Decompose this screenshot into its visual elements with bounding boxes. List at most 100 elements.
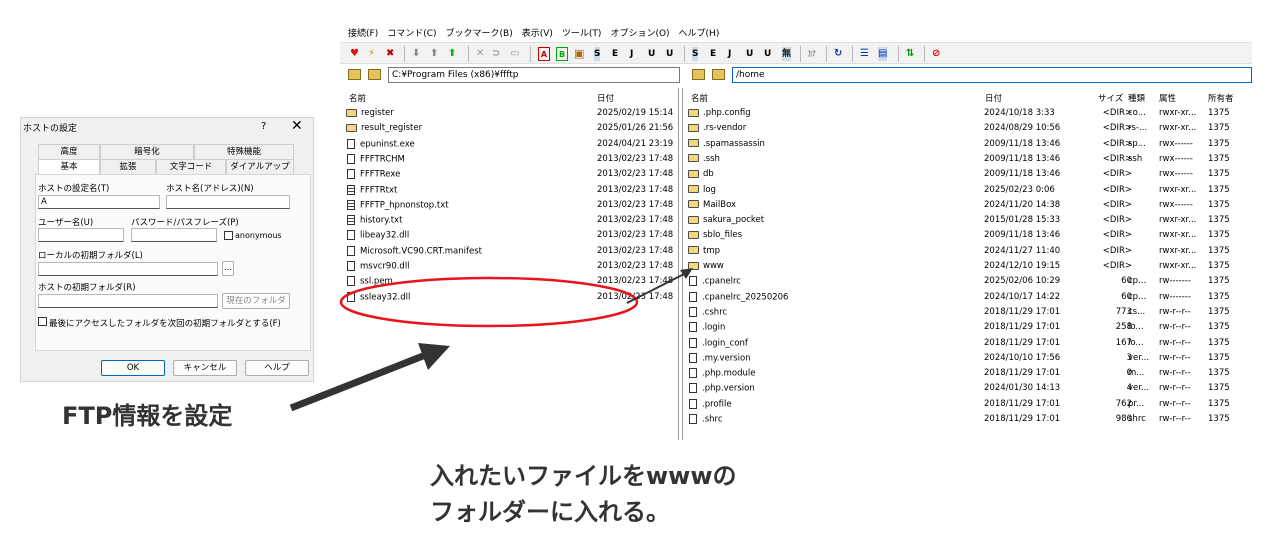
local-file-row[interactable]: epuninst.exe 2024/04/21 23:19 — [346, 138, 676, 154]
local-file-row[interactable]: FFFTP_hpnonstop.txt 2013/02/23 17:48 — [346, 199, 676, 215]
remote-file-row[interactable]: .shrc 2018/11/29 17:01 980 shrc rw-r--r-- 137… — [688, 414, 1248, 429]
browse-button[interactable]: ... — [222, 261, 234, 276]
stop-icon[interactable]: ⊘ — [932, 47, 940, 61]
ascii-mode-icon[interactable]: A — [538, 47, 550, 61]
current-folder-button[interactable]: 現在のフォルダ — [222, 293, 290, 309]
remote-open-folder-icon[interactable] — [712, 69, 725, 80]
remote-col-owner[interactable]: 所有者 — [1208, 92, 1234, 104]
menu-command[interactable]: コマンド(C) — [387, 26, 436, 39]
jis-icon[interactable]: J — [630, 47, 633, 61]
help-button[interactable]: ヘルプ — [245, 360, 309, 376]
remote-file-row[interactable]: www 2024/12/10 19:15 <DIR> rwxr-xr... 1375 — [688, 261, 1248, 276]
kana-convert-icon[interactable]: ｶﾅ — [808, 47, 816, 61]
local-file-row[interactable]: Microsoft.VC90.CRT.manifest 2013/02/23 17… — [346, 245, 676, 261]
mirror-upload-icon[interactable]: ⬆ — [448, 47, 456, 61]
local-parent-folder-icon[interactable] — [348, 69, 361, 80]
upload-icon[interactable]: ⬆ — [430, 47, 438, 61]
host-setting-name-input[interactable]: A — [38, 195, 160, 209]
password-input[interactable] — [131, 228, 217, 242]
local-col-date[interactable]: 日付 — [597, 92, 614, 104]
remote-file-row[interactable]: .cpanelrc 2025/02/06 10:29 60 cp... rw------… — [688, 276, 1248, 291]
pane-divider[interactable] — [682, 88, 683, 440]
local-path-input[interactable]: C:¥Program Files (x86)¥ffftp — [388, 67, 680, 83]
menu-help[interactable]: ヘルプ(H) — [679, 26, 720, 39]
utf8bom-icon[interactable]: U — [666, 47, 673, 61]
menu-view[interactable]: 表示(V) — [522, 26, 553, 39]
local-file-row[interactable]: FFFTRtxt 2013/02/23 17:48 — [346, 184, 676, 200]
remote-sjis-icon[interactable]: S — [692, 47, 699, 61]
quick-connect-icon[interactable]: ⚡ — [368, 47, 375, 61]
remote-path-input[interactable]: /home — [732, 67, 1252, 83]
remote-file-row[interactable]: .login 2018/11/29 17:01 258 lo... rw-r--r-- 1… — [688, 322, 1248, 337]
tab-extended[interactable]: 拡張 — [100, 159, 156, 174]
remote-file-row[interactable]: sakura_pocket 2015/01/28 15:33 <DIR> rwxr-x… — [688, 215, 1248, 230]
remote-file-row[interactable]: .cpanelrc_20250206 2024/10/17 14:22 60 cp..… — [688, 291, 1248, 307]
remote-file-row[interactable]: tmp 2024/11/27 11:40 <DIR> rwxr-xr... 1375 — [688, 246, 1248, 261]
local-file-row[interactable]: ssleay32.dll 2013/02/23 17:48 — [346, 291, 676, 307]
close-icon[interactable]: ✕ — [291, 118, 303, 134]
local-file-row[interactable]: history.txt 2013/02/23 17:48 — [346, 215, 676, 230]
sync-folder-icon[interactable]: ⇅ — [906, 47, 914, 61]
remote-euc-icon[interactable]: E — [710, 47, 716, 61]
sjis-icon[interactable]: S — [594, 47, 601, 61]
local-file-row[interactable]: result_register 2025/01/26 21:56 — [346, 123, 676, 138]
menu-options[interactable]: オプション(O) — [610, 26, 669, 39]
host-folder-input[interactable] — [38, 294, 218, 308]
remote-utf8-icon[interactable]: U — [746, 47, 753, 61]
remote-file-row[interactable]: .php.module 2018/11/29 17:01 0 m... rw-r--r-… — [688, 368, 1248, 383]
remote-file-row[interactable]: db 2009/11/18 13:46 <DIR> rwx------ 1375 — [688, 169, 1248, 184]
last-folder-checkbox[interactable] — [38, 317, 47, 326]
remote-file-row[interactable]: log 2025/02/23 0:06 <DIR> rwxr-xr... 1375 — [688, 185, 1248, 200]
menu-connect[interactable]: 接続(F) — [348, 26, 378, 39]
remote-utf8bom-icon[interactable]: U — [764, 47, 771, 61]
host-address-input[interactable] — [166, 195, 290, 209]
anonymous-checkbox[interactable] — [224, 231, 233, 240]
list-view-icon[interactable]: ☰ — [860, 47, 869, 61]
local-file-row[interactable]: msvcr90.dll 2013/02/23 17:48 — [346, 261, 676, 276]
refresh-icon[interactable]: ↻ — [834, 47, 842, 61]
remote-file-row[interactable]: sblo_files 2009/11/18 13:46 <DIR> rwxr-xr..… — [688, 230, 1248, 245]
tab-special[interactable]: 特殊機能 — [194, 144, 294, 159]
tab-encryption[interactable]: 暗号化 — [100, 144, 194, 159]
local-file-row[interactable]: ssl.pem 2013/02/23 17:48 — [346, 276, 676, 291]
no-convert-icon[interactable]: 無 — [782, 47, 792, 61]
menu-bookmark[interactable]: ブックマーク(B) — [446, 26, 513, 39]
username-input[interactable] — [38, 228, 124, 242]
remote-col-date[interactable]: 日付 — [985, 92, 1002, 104]
binary-mode-icon[interactable]: B — [556, 47, 568, 61]
remote-col-size[interactable]: サイズ — [1098, 92, 1123, 104]
rename-icon[interactable]: ⊃ — [492, 47, 500, 61]
local-file-row[interactable]: register 2025/02/19 15:14 — [346, 108, 676, 123]
remote-file-row[interactable]: .php.config 2024/10/18 3:33 <DIR> co... rwxr… — [688, 108, 1248, 123]
remote-file-row[interactable]: .ssh 2009/11/18 13:46 <DIR> ssh rwx------ 137… — [688, 154, 1248, 169]
remote-file-row[interactable]: .my.version 2024/10/10 17:56 3 ver... rw-r--… — [688, 352, 1248, 368]
remote-file-row[interactable]: .spamassassin 2009/11/18 13:46 <DIR> sp... r… — [688, 139, 1248, 154]
remote-jis-icon[interactable]: J — [728, 47, 731, 61]
remote-file-row[interactable]: .php.version 2024/01/30 14:13 4 ver... rw-r-… — [688, 383, 1248, 398]
mkdir-icon[interactable]: ▭ — [510, 47, 519, 61]
help-icon[interactable]: ? — [261, 121, 266, 132]
remote-parent-folder-icon[interactable] — [692, 69, 705, 80]
tab-advanced[interactable]: 高度 — [38, 144, 100, 159]
remote-file-row[interactable]: .cshrc 2018/11/29 17:01 773 cs... rw-r--r-- 1… — [688, 306, 1248, 322]
remote-file-row[interactable]: .rs-vendor 2024/08/29 10:56 <DIR> rs-... rwx… — [688, 123, 1248, 138]
remote-col-attr[interactable]: 属性 — [1159, 92, 1176, 104]
pane-divider[interactable] — [678, 88, 679, 440]
disconnect-icon[interactable]: ✖ — [386, 47, 394, 61]
euc-icon[interactable]: E — [612, 47, 618, 61]
download-icon[interactable]: ⬇ — [412, 47, 420, 61]
auto-mode-icon[interactable]: ▣ — [574, 47, 584, 61]
utf8-icon[interactable]: U — [648, 47, 655, 61]
connect-icon[interactable]: ♥ — [350, 47, 359, 61]
tab-basic[interactable]: 基本 — [38, 159, 100, 174]
remote-col-name[interactable]: 名前 — [691, 92, 708, 104]
ok-button[interactable]: OK — [101, 360, 165, 376]
delete-icon[interactable]: ✕ — [476, 47, 484, 61]
remote-file-row[interactable]: .login_conf 2018/11/29 17:01 167 lo... rw-r-… — [688, 337, 1248, 353]
local-open-folder-icon[interactable] — [368, 69, 381, 80]
tab-charcode[interactable]: 文字コード — [156, 159, 226, 174]
detail-view-icon[interactable]: ▤ — [878, 47, 888, 61]
local-folder-input[interactable] — [38, 262, 218, 276]
local-file-row[interactable]: FFFTRCHM 2013/02/23 17:48 — [346, 153, 676, 169]
local-col-name[interactable]: 名前 — [349, 92, 366, 104]
